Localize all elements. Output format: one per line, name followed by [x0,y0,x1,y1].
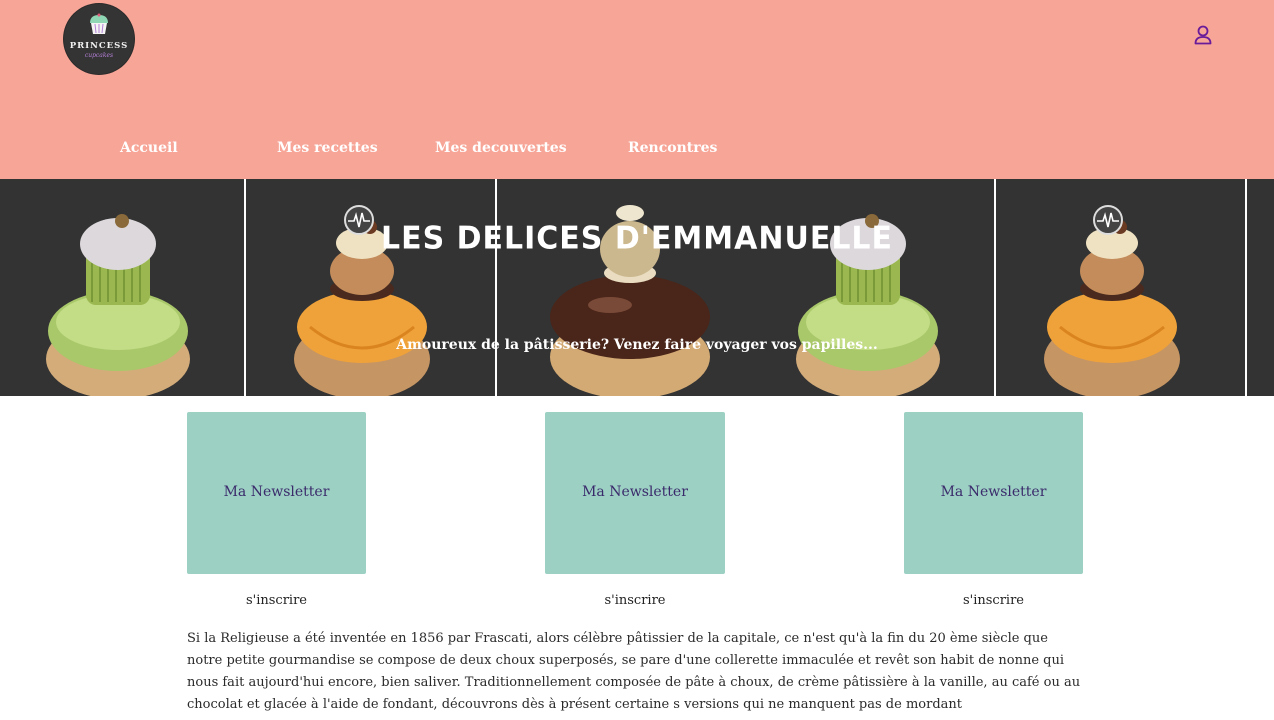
signup-link[interactable]: s'inscrire [904,593,1083,608]
newsletter-card[interactable]: Ma Newsletter [545,412,725,574]
signup-link[interactable]: s'inscrire [545,593,725,608]
hero-title: LES DELICES D'EMMANUELLE [380,220,894,257]
hero-divider [1245,179,1247,396]
user-icon[interactable] [1192,24,1214,46]
nav-item-rencontres[interactable]: Rencontres [628,140,717,156]
site-logo[interactable]: PRINCESS cupcakes [64,4,134,74]
newsletter-card-label: Ma Newsletter [940,484,1047,500]
cupcake-icon [90,13,108,34]
hero-divider [495,179,497,396]
nav-item-mes-decouvertes[interactable]: Mes decouvertes [435,140,567,156]
newsletter-card[interactable]: Ma Newsletter [904,412,1083,574]
newsletter-card-label: Ma Newsletter [582,484,688,500]
hero-divider [994,179,996,396]
signup-link[interactable]: s'inscrire [187,593,366,608]
hero-banner: LES DELICES D'EMMANUELLE Amoureux de la … [0,179,1274,396]
nav-item-accueil[interactable]: Accueil [120,140,178,156]
site-header: PRINCESS cupcakes Accueil Mes recettes M… [0,0,1274,179]
hero-subtitle: Amoureux de la pâtisserie? Venez faire v… [396,337,878,353]
logo-subtitle: cupcakes [84,52,114,59]
article-paragraph: Si la Religieuse a été inventée en 1856 … [187,631,1081,712]
newsletter-card-label: Ma Newsletter [223,484,330,500]
newsletter-card[interactable]: Ma Newsletter [187,412,366,574]
hero-divider [244,179,246,396]
logo-name: PRINCESS [69,41,129,51]
nav-item-mes-recettes[interactable]: Mes recettes [277,140,378,156]
